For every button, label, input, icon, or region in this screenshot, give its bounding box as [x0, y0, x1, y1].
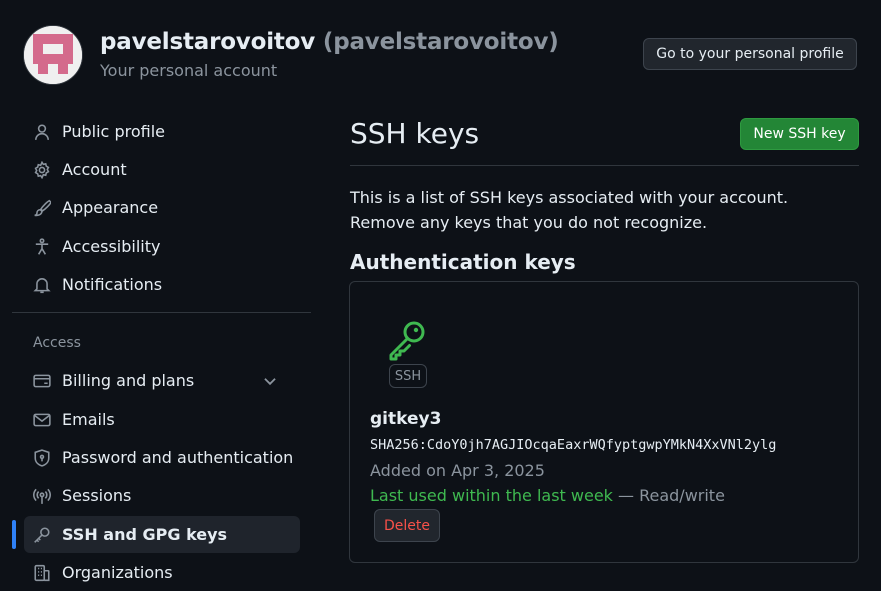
sidebar-item-label: Public profile: [62, 122, 165, 141]
mail-icon: [33, 413, 51, 426]
gear-icon: [34, 160, 50, 179]
last-used-text: Last used within the last week: [370, 486, 613, 505]
sidebar-divider: [12, 312, 311, 313]
page-title: SSH keys: [350, 117, 480, 150]
chevron-down-icon[interactable]: [261, 372, 279, 390]
sidebar-item-emails[interactable]: Emails: [24, 401, 300, 438]
page-description: This is a list of SSH keys associated wi…: [350, 188, 789, 232]
sidebar-item-billing[interactable]: Billing and plans: [24, 362, 300, 399]
title-divider: [350, 165, 859, 166]
broadcast-icon: [33, 488, 51, 504]
key-fingerprint: SHA256:CdoY0jh7AGJIOcqaEaxrWQfyptgwpYMkN…: [370, 437, 777, 453]
key-icon: [34, 526, 50, 543]
sidebar-item-notifications[interactable]: Notifications: [24, 266, 300, 303]
sidebar-item-label: Notifications: [62, 275, 163, 294]
sidebar-item-appearance[interactable]: Appearance: [24, 189, 300, 226]
bell-icon: [33, 277, 51, 293]
paintbrush-icon: [34, 199, 51, 216]
sidebar-item-organizations[interactable]: Organizations: [24, 554, 300, 591]
sidebar-item-label: Billing and plans: [62, 371, 195, 390]
identicon-image: [24, 26, 82, 84]
credit-card-icon: [33, 374, 51, 387]
user-handle: (pavelstarovoitov): [322, 29, 559, 55]
avatar[interactable]: [23, 25, 83, 85]
ssh-key-icon: [389, 321, 425, 361]
new-ssh-key-button[interactable]: New SSH key: [740, 118, 859, 150]
accessibility-icon: [35, 237, 49, 255]
sidebar-item-label: Accessibility: [62, 237, 161, 256]
sidebar-item-sessions[interactable]: Sessions: [24, 477, 300, 514]
sidebar-item-label: SSH and GPG keys: [62, 525, 228, 544]
go-to-profile-button[interactable]: Go to your personal profile: [643, 38, 857, 70]
sidebar-item-label: Account: [62, 160, 127, 179]
username: pavelstarovoitov: [100, 29, 316, 55]
sidebar-item-ssh-gpg-keys[interactable]: SSH and GPG keys: [24, 516, 300, 553]
active-indicator: [12, 520, 16, 549]
key-added-date: Added on Apr 3, 2025: [370, 461, 545, 480]
sidebar-item-label: Emails: [62, 410, 115, 429]
key-name: gitkey3: [370, 409, 442, 429]
sidebar-item-password[interactable]: Password and authentication: [24, 439, 300, 476]
section-title: Authentication keys: [350, 250, 576, 274]
person-icon: [35, 123, 49, 140]
sidebar-item-public-profile[interactable]: Public profile: [24, 113, 300, 150]
sidebar-item-accessibility[interactable]: Accessibility: [24, 228, 300, 265]
delete-key-button[interactable]: Delete: [374, 509, 440, 542]
sidebar-item-label: Organizations: [62, 563, 173, 582]
organization-icon: [34, 564, 50, 581]
account-subtitle: Your personal account: [100, 61, 278, 80]
sidebar-section-access: Access: [33, 335, 81, 351]
sidebar-item-label: Appearance: [62, 198, 159, 217]
ssh-badge: SSH: [389, 364, 427, 388]
key-access-level: — Read/write: [612, 486, 725, 505]
account-name: pavelstarovoitov (pavelstarovoitov): [100, 29, 559, 55]
sidebar-item-label: Sessions: [62, 486, 132, 505]
sidebar-item-account[interactable]: Account: [24, 151, 300, 188]
sidebar-item-label: Password and authentication: [62, 448, 294, 467]
key-last-used: Last used within the last week — Read/wr…: [370, 486, 725, 505]
shield-lock-icon: [34, 448, 50, 467]
